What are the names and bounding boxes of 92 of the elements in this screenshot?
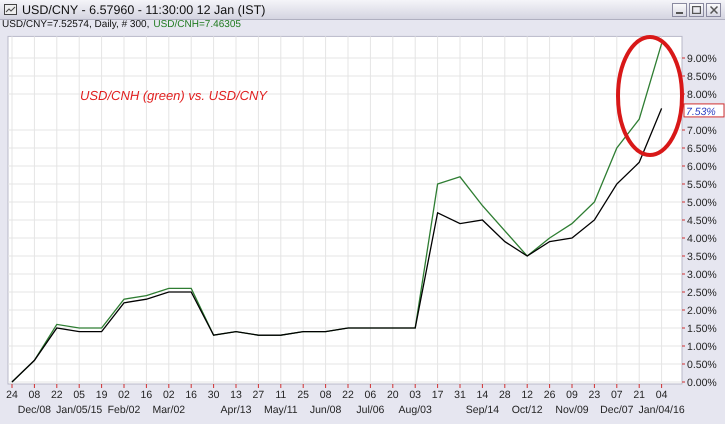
x-axis-label: 24 — [6, 389, 18, 401]
minimize-icon — [676, 12, 683, 14]
y-tick-label: 8.50% — [687, 71, 717, 83]
x-axis-label: 17 — [432, 389, 444, 401]
y-axis-label: 8.00% — [682, 89, 717, 101]
y-tick-label: 5.00% — [687, 197, 717, 209]
y-tick-label: 1.00% — [687, 341, 717, 353]
month-label: Dec/08 — [18, 404, 52, 416]
y-axis-label: 2.00% — [682, 305, 717, 317]
maximize-button[interactable] — [689, 2, 704, 16]
x-axis-label: 02 — [118, 389, 130, 401]
x-axis-label: 28 — [498, 389, 511, 401]
month-label: Jan/04/16 — [638, 404, 685, 416]
y-axis-label: 0.00% — [682, 377, 717, 389]
month-label: Apr/13 — [220, 404, 252, 416]
x-axis-label: 31 — [454, 389, 466, 401]
x-axis-label: 04 — [656, 389, 668, 401]
month-label: Sep/14 — [466, 404, 500, 416]
x-axis-label: 21 — [633, 389, 646, 401]
x-axis-label: 09 — [566, 389, 578, 401]
y-tick-label: 2.50% — [687, 287, 717, 299]
y-axis-label: 6.50% — [682, 143, 717, 155]
x-axis-label: 13 — [230, 389, 242, 401]
y-tick-label: 3.50% — [687, 251, 717, 263]
x-axis-label: 14 — [476, 389, 488, 401]
x-axis-label: 16 — [140, 389, 152, 401]
instrument-info: USD/CNY=7.52574, Daily, # 300, — [2, 20, 150, 30]
y-tick-label: 3.00% — [687, 269, 717, 281]
close-icon — [710, 6, 718, 14]
y-tick-label: 7.00% — [687, 125, 717, 137]
y-tick-label: 9.00% — [687, 53, 717, 65]
last-value-label: 7.53% — [684, 103, 724, 118]
comparison-info: USD/CNH=7.46305 — [153, 20, 241, 30]
month-label: Nov/09 — [555, 404, 589, 416]
y-axis-label: 0.50% — [682, 359, 717, 371]
y-axis-label: 5.50% — [682, 179, 717, 191]
y-axis-label: 4.00% — [682, 233, 717, 245]
x-axis-label: 08 — [28, 389, 40, 401]
month-label: Feb/02 — [108, 404, 140, 416]
x-axis-label: 22 — [342, 389, 354, 401]
y-axis-label: 5.00% — [682, 197, 717, 209]
y-tick-label: 5.50% — [687, 179, 717, 191]
y-axis-label: 3.00% — [682, 269, 717, 281]
y-axis-label: 4.50% — [682, 215, 717, 227]
month-label: Jan/05/15 — [56, 404, 102, 416]
month-label: Jul/06 — [356, 404, 384, 416]
month-label: Mar/02 — [152, 404, 186, 416]
x-axis-label: 19 — [96, 389, 108, 401]
x-axis-label: 27 — [252, 389, 264, 401]
y-tick-label: 4.50% — [687, 215, 717, 227]
y-axis-label: 9.00% — [682, 53, 717, 65]
x-axis-label: 23 — [588, 389, 600, 401]
maximize-icon — [692, 6, 701, 14]
month-label: Jun/08 — [310, 404, 342, 416]
y-tick-label: 4.00% — [687, 233, 717, 245]
y-tick-label: 2.00% — [687, 305, 717, 317]
y-axis-label: 2.50% — [682, 287, 717, 299]
y-tick-label: 0.50% — [687, 359, 717, 371]
month-label: Oct/12 — [512, 404, 543, 416]
minimize-button[interactable] — [672, 2, 687, 16]
x-axis-label: 12 — [521, 389, 534, 401]
month-label: Aug/03 — [398, 404, 432, 416]
y-axis-label: 6.00% — [682, 161, 717, 173]
close-button[interactable] — [706, 2, 721, 16]
x-axis-label: 05 — [73, 389, 86, 401]
x-axis-label: 26 — [544, 389, 556, 401]
y-tick-label: 6.50% — [687, 143, 717, 155]
window-title: USD/CNY - 6.57960 - 11:30:00 12 Jan (IST) — [22, 2, 266, 16]
x-axis-label: 06 — [364, 389, 376, 401]
y-axis-label: 3.50% — [682, 251, 717, 263]
y-tick-label: 1.50% — [687, 323, 717, 335]
x-axis-label: 03 — [409, 389, 422, 401]
y-axis-label: 1.50% — [682, 323, 717, 335]
y-axis-label: 1.00% — [682, 341, 717, 353]
y-tick-label: 8.00% — [687, 89, 717, 101]
month-label: Dec/07 — [600, 404, 634, 416]
x-axis-label: 22 — [50, 389, 63, 401]
x-axis-label: 11 — [275, 389, 286, 401]
y-tick-label: 6.00% — [687, 161, 717, 173]
month-label: May/11 — [264, 404, 298, 416]
x-axis-label: 16 — [185, 389, 198, 401]
x-axis-label: 20 — [386, 389, 399, 401]
y-tick-label: 0.00% — [687, 377, 717, 389]
x-axis-label: 08 — [320, 389, 332, 401]
x-axis-label: 02 — [162, 389, 175, 401]
x-axis-label: 07 — [610, 389, 623, 401]
x-axis-label: 30 — [208, 389, 220, 401]
x-axis-label: 25 — [297, 389, 310, 401]
annotation-text: USD/CNH (green) vs. USD/CNY — [80, 88, 268, 103]
chart-window-icon — [4, 4, 17, 15]
y-axis-label: 8.50% — [682, 71, 717, 83]
y-axis-label: 7.00% — [682, 125, 717, 137]
